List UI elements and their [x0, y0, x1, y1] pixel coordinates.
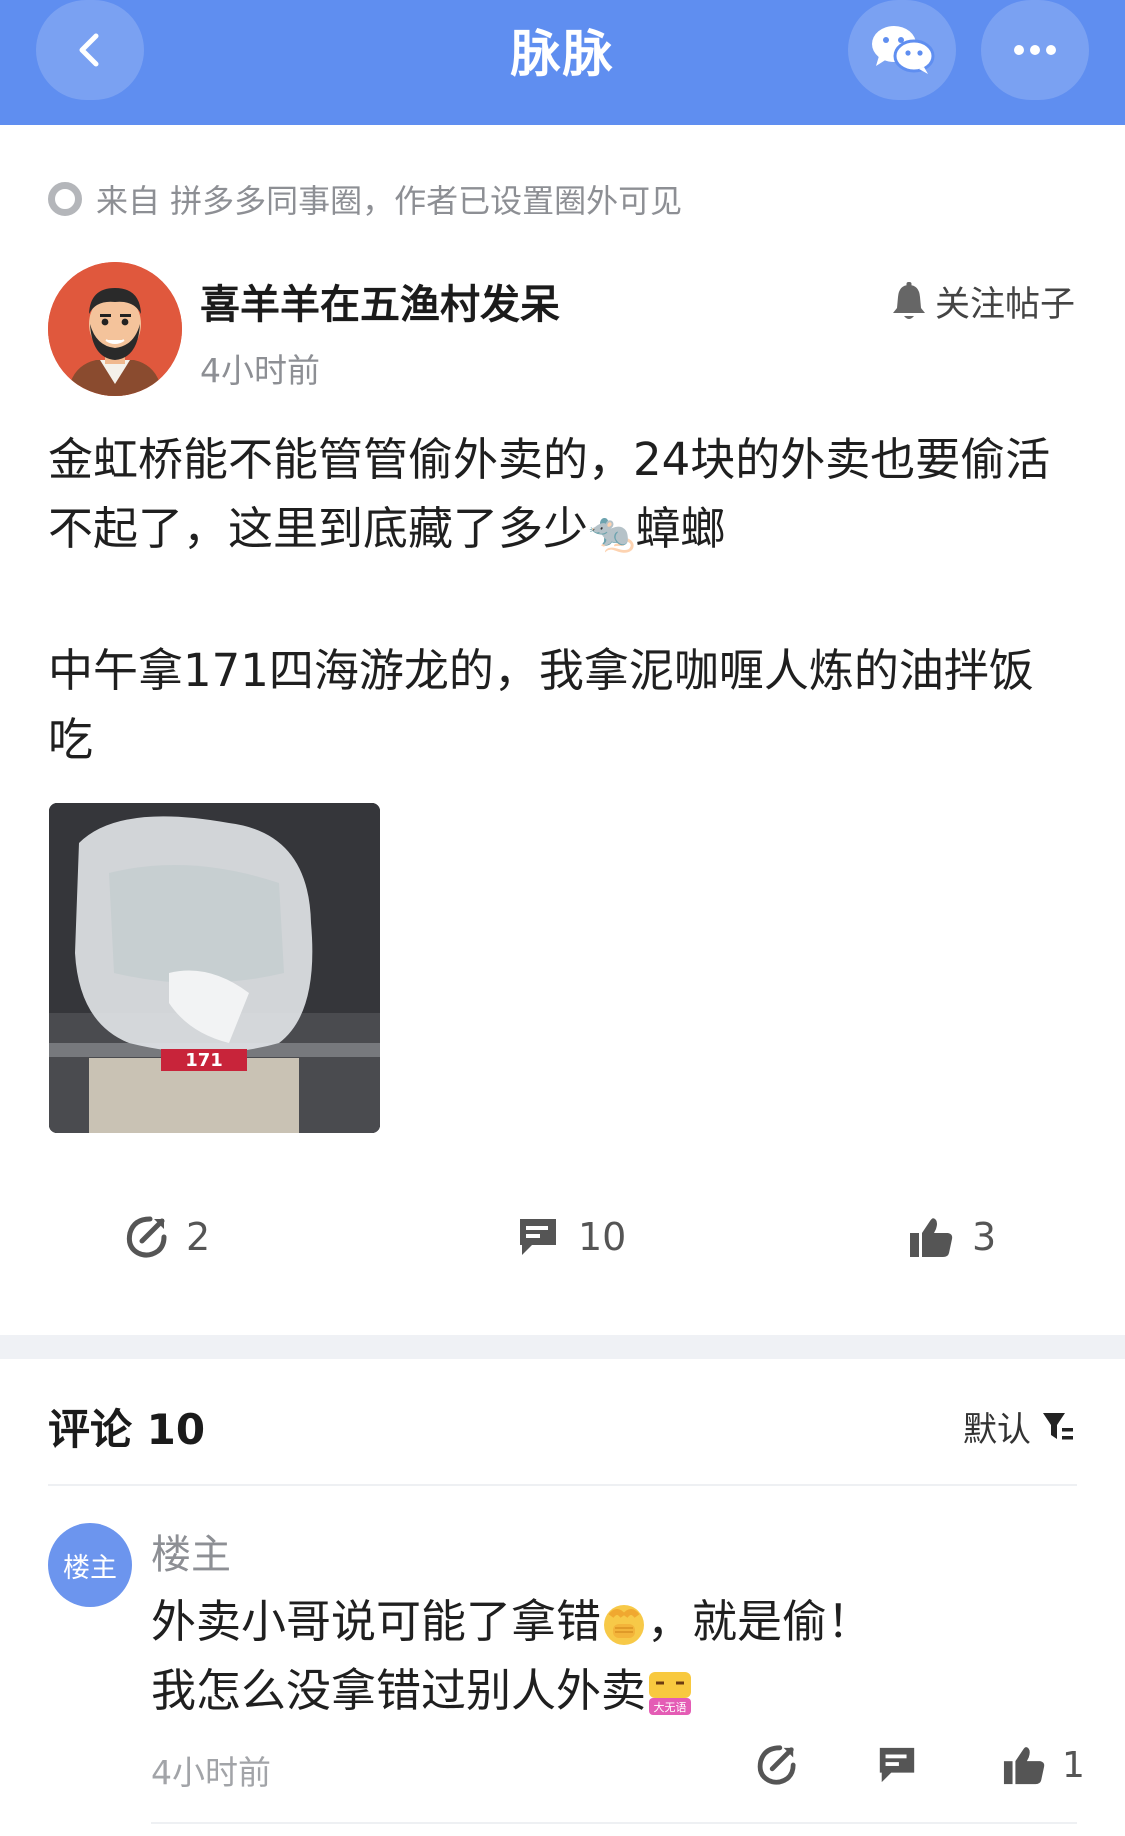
circle-source-label: 来自 拼多多同事圈，作者已设置圈外可见 [96, 182, 683, 220]
comments-heading: 评论 10 [48, 1405, 206, 1454]
filter-icon [1043, 1412, 1073, 1439]
post-paragraph-2: 中午拿171四海游龙的，我拿泥咖喱人炼的油拌饭吃 [48, 643, 1034, 766]
post-timestamp: 4小时前 [200, 351, 320, 390]
more-horizontal-icon [1014, 45, 1056, 55]
author-name[interactable]: 喜羊羊在五渔村发呆 [200, 272, 560, 330]
post-action-bar: 2 10 3 [0, 1215, 1125, 1275]
circle-icon [48, 182, 82, 216]
repost-icon [757, 1745, 796, 1785]
comment-line-2: 我怎么没拿错过别人外卖 [151, 1664, 647, 1717]
circle-source[interactable]: 来自 拼多多同事圈，作者已设置圈外可见 [48, 176, 682, 222]
follow-post-label: 关注帖子 [934, 285, 1075, 325]
speechless-sticker-icon: 大无语 [649, 1672, 692, 1715]
sticker-label: 大无语 [654, 1700, 687, 1714]
post-paragraph-1: 金虹桥能不能管管偷外卖的，24块的外卖也要偷活不起了，这里到底藏了多少 [48, 433, 1051, 555]
comment-icon [520, 1219, 556, 1255]
like-button[interactable]: 3 [908, 1215, 996, 1259]
follow-post-button[interactable]: 关注帖子 [891, 276, 1075, 327]
comment-count: 10 [578, 1215, 627, 1259]
thumbs-up-icon [910, 1218, 953, 1257]
repost-icon [126, 1216, 167, 1258]
repost-button[interactable]: 2 [124, 1215, 210, 1259]
wechat-share-button[interactable] [848, 0, 956, 100]
avatar-illustration [48, 262, 182, 396]
comment-line-1: 外卖小哥说可能了拿错 [151, 1595, 602, 1648]
wechat-icon [872, 26, 935, 74]
page-title: 脉脉 [510, 25, 615, 83]
post-photo[interactable]: 171 [49, 803, 380, 1133]
section-divider [0, 1335, 1125, 1359]
comment-reply-button[interactable] [876, 1744, 918, 1786]
comment-line-1-tail: ，就是偷！ [647, 1595, 873, 1648]
author-avatar[interactable] [48, 262, 182, 396]
thumbs-up-icon [1003, 1747, 1045, 1785]
rat-emoji: 🐀 [588, 509, 636, 554]
post-paragraph-1-tail: 蟑螂 [635, 502, 726, 555]
top-bar: 脉脉 [0, 0, 1125, 125]
photo-thumbnail: 171 [49, 803, 380, 1133]
locker-number: 171 [185, 1050, 223, 1071]
post-content: 金虹桥能不能管管偷外卖的，24块的外卖也要偷活不起了，这里到底藏了多少🐀蟑螂 中… [48, 425, 1078, 774]
comment-repost-button[interactable] [755, 1744, 797, 1786]
sort-label: 默认 [963, 1410, 1031, 1450]
more-button[interactable] [981, 0, 1089, 100]
comment-divider [151, 1822, 1077, 1824]
comment-like-button[interactable]: 1 [1002, 1744, 1085, 1786]
comment-avatar[interactable]: 楼主 [48, 1523, 132, 1607]
comment-content: 外卖小哥说可能了拿错 ，就是偷！ 我怎么没拿错过别人外卖 大无语 [151, 1587, 1051, 1725]
bell-icon [892, 281, 925, 319]
comments-header-divider [48, 1484, 1077, 1486]
comment-icon [879, 1747, 915, 1783]
sort-dropdown[interactable]: 默认 [963, 1402, 1075, 1451]
facepalm-emoji-icon [604, 1605, 645, 1645]
comment-author[interactable]: 楼主 [151, 1522, 231, 1580]
comment-button[interactable]: 10 [516, 1215, 626, 1259]
like-count: 3 [972, 1215, 997, 1259]
comment-timestamp: 4小时前 [151, 1753, 271, 1792]
repost-count: 2 [186, 1215, 211, 1259]
comment-like-count: 1 [1062, 1744, 1085, 1786]
